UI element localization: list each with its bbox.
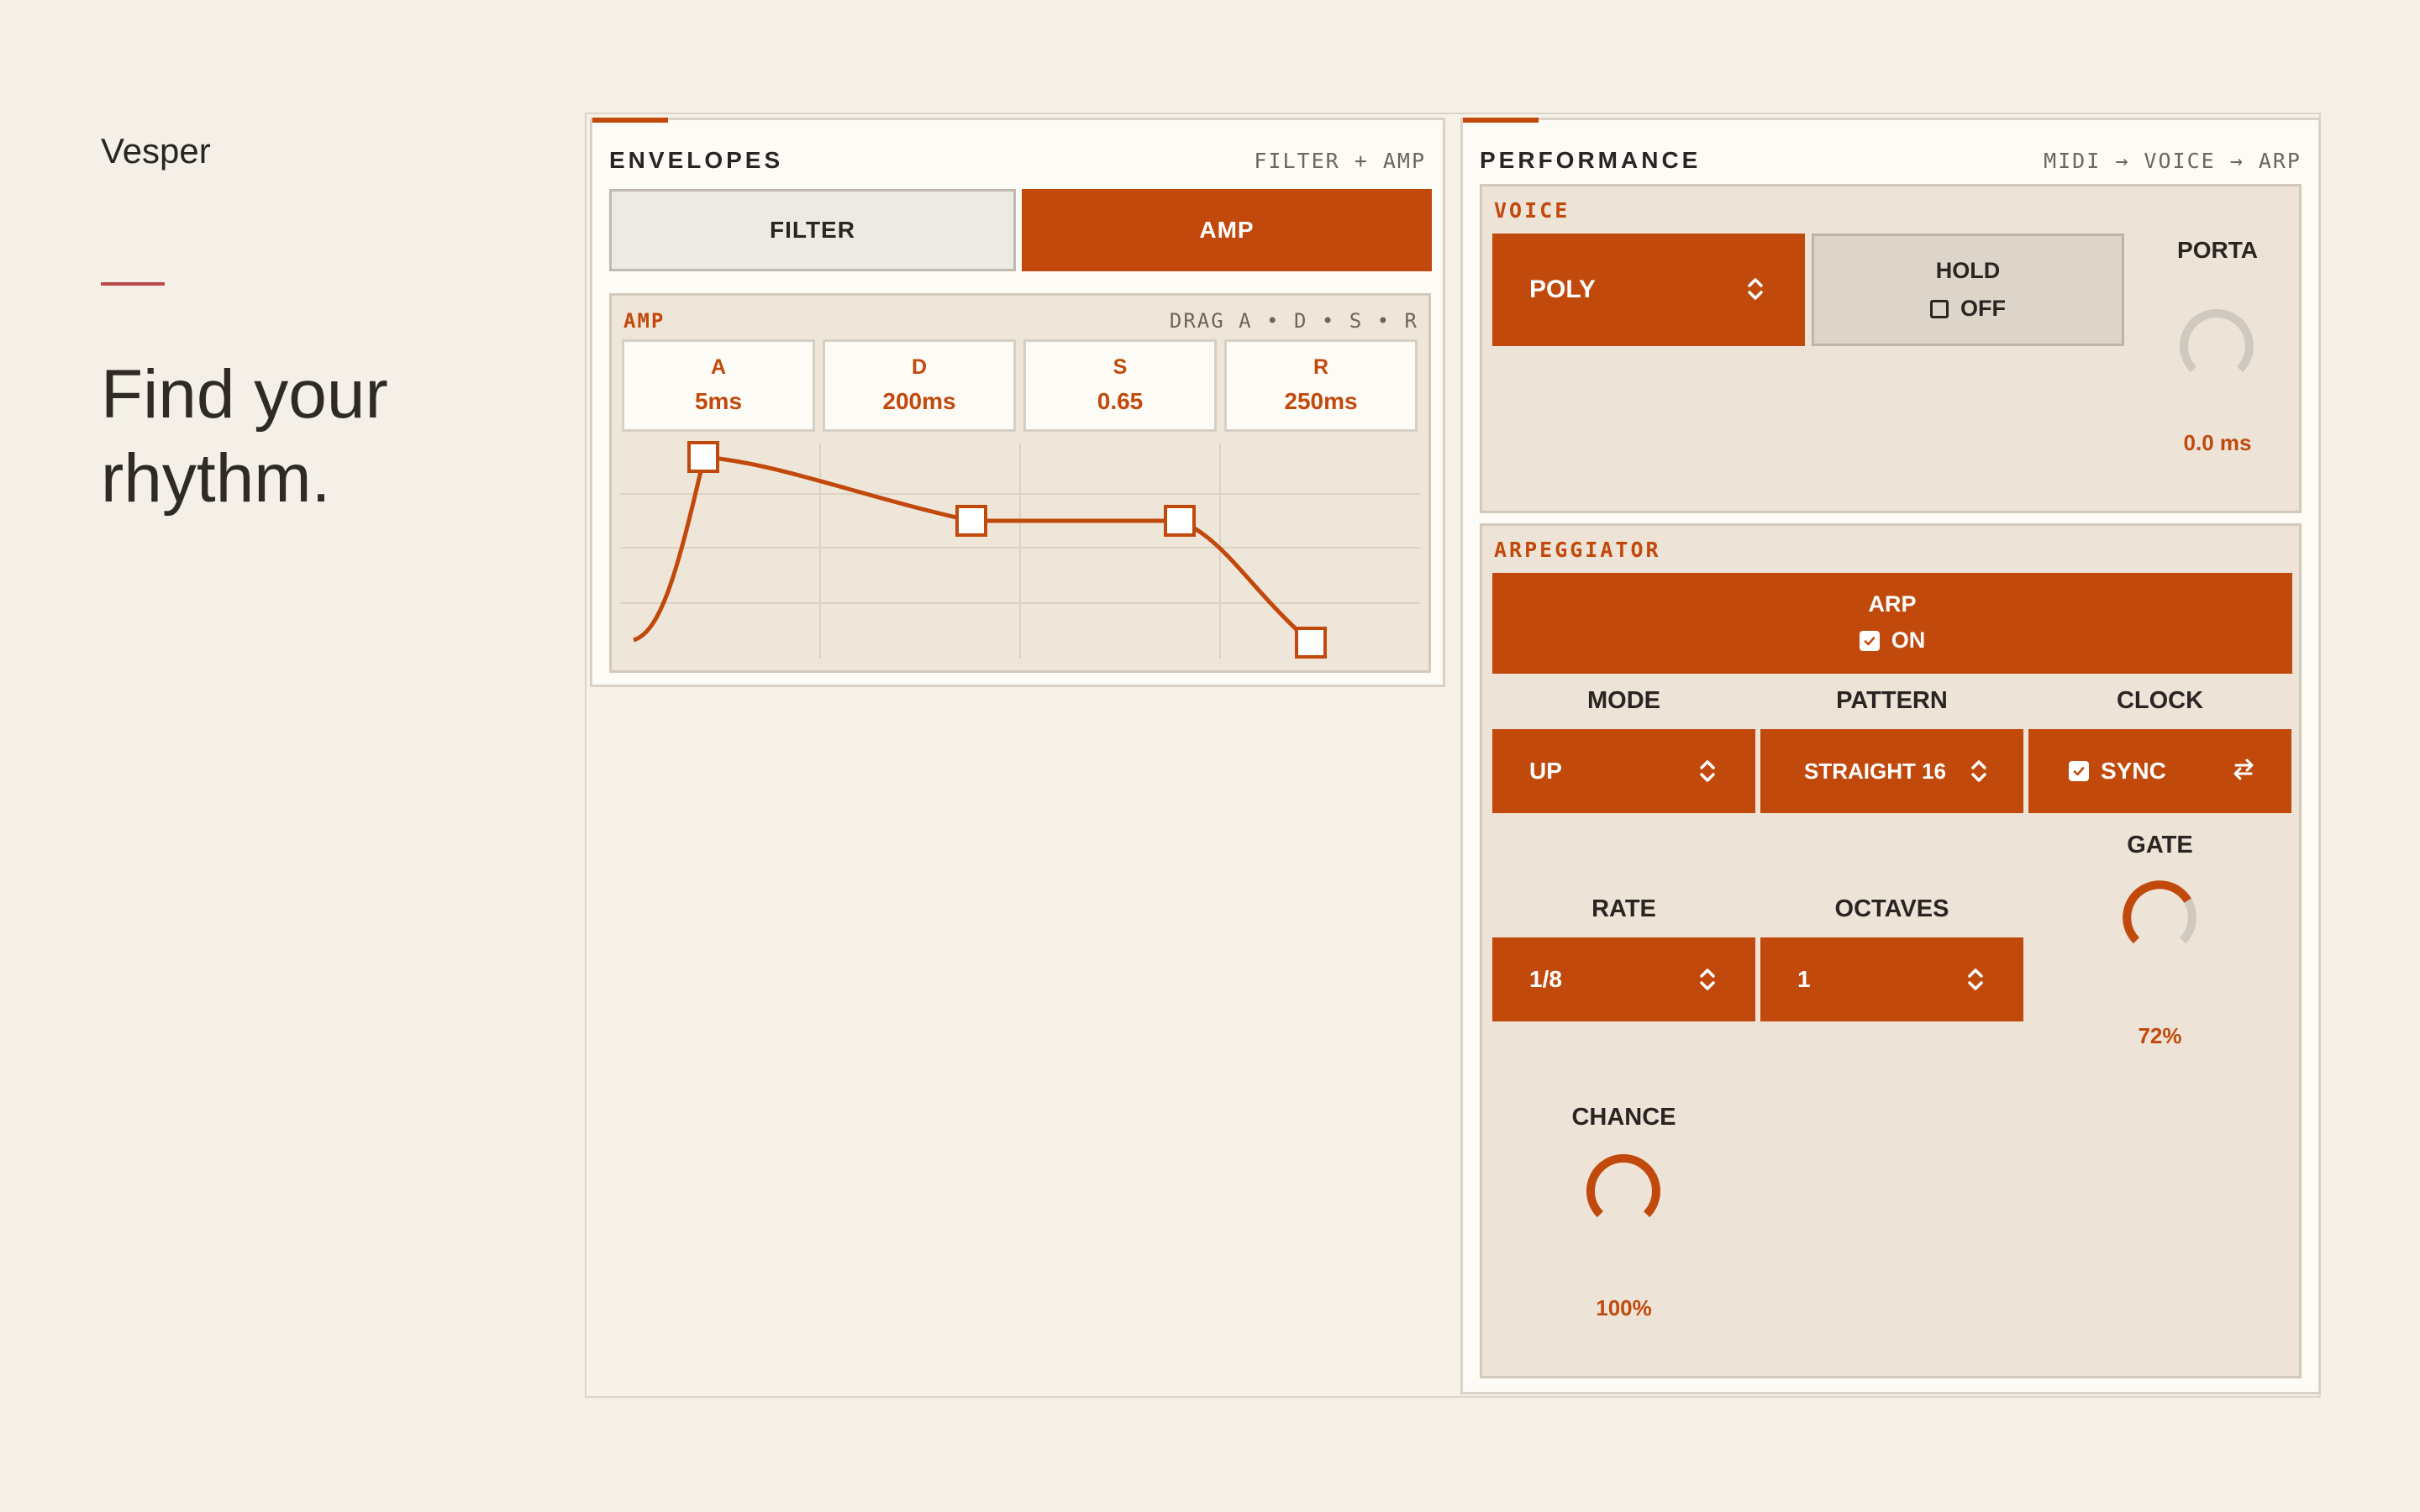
gate-label: GATE: [2127, 832, 2193, 858]
rate-label: RATE: [1591, 895, 1656, 922]
arpeggiator-section: ARPEGGIATOR ARP ON MODE PATTERN CLOCK UP…: [1480, 523, 2302, 1378]
mode-select[interactable]: UP: [1492, 729, 1755, 813]
envelopes-meta: FILTER + AMP: [1254, 149, 1426, 173]
clock-label: CLOCK: [2116, 687, 2204, 714]
pattern-select[interactable]: STRAIGHT 16: [1760, 729, 2023, 813]
adsr-grid: [620, 444, 1420, 659]
mode-value: UP: [1529, 758, 1562, 784]
clock-select[interactable]: SYNC: [2028, 729, 2291, 813]
chance-level-arc: [1586, 1154, 1660, 1218]
sustain-param[interactable]: S 0.65: [1023, 339, 1217, 432]
arp-state: ON: [1891, 627, 1926, 653]
pattern-value: STRAIGHT 16: [1803, 758, 1947, 784]
tab-amp[interactable]: AMP: [1022, 189, 1432, 271]
chevron-updown-icon: [1700, 760, 1715, 782]
attack-param[interactable]: A 5ms: [622, 339, 815, 432]
release-key: R: [1313, 355, 1329, 379]
voice-mode-value: POLY: [1529, 276, 1596, 303]
headline-line-2: rhythm.: [101, 440, 331, 517]
brand-name: Vesper: [101, 131, 211, 171]
adsr-drag-hint: DRAG A • D • S • R: [1169, 309, 1418, 333]
porta-label: PORTA: [2177, 237, 2258, 263]
performance-panel: PERFORMANCE MIDI → VOICE → ARP VOICE POL…: [1460, 118, 2321, 1394]
mode-label: MODE: [1587, 687, 1660, 714]
hold-state: OFF: [1960, 296, 2006, 321]
adsr-editor[interactable]: AMP DRAG A • D • S • R A 5ms D 200ms S 0…: [609, 293, 1431, 673]
release-param[interactable]: R 250ms: [1224, 339, 1418, 432]
pattern-label: PATTERN: [1836, 687, 1948, 714]
rate-value: 1/8: [1529, 966, 1562, 992]
gate-knob[interactable]: [2107, 865, 2212, 969]
decay-param[interactable]: D 200ms: [823, 339, 1016, 432]
porta-value: 0.0 ms: [2183, 430, 2252, 455]
chance-knob[interactable]: [1571, 1139, 1676, 1243]
release-handle[interactable]: [1295, 627, 1327, 659]
release-value: 250ms: [1284, 388, 1358, 414]
chance-label: CHANCE: [1571, 1104, 1676, 1131]
adsr-label: AMP: [623, 309, 666, 333]
gate-value: 72%: [2138, 1023, 2182, 1048]
attack-key: A: [710, 355, 727, 379]
octaves-value: 1: [1797, 966, 1811, 992]
envelopes-panel: ENVELOPES FILTER + AMP FILTER AMP AMP DR…: [590, 118, 1445, 687]
voice-mode-select[interactable]: POLY: [1492, 234, 1805, 346]
panel-accent: [1463, 118, 1539, 123]
arp-toggle[interactable]: ARP ON: [1492, 573, 2292, 674]
decay-key: D: [911, 355, 928, 379]
hold-toggle[interactable]: HOLD OFF: [1812, 234, 2124, 346]
sustain-value: 0.65: [1097, 388, 1144, 414]
attack-value: 5ms: [694, 388, 743, 414]
tab-filter[interactable]: FILTER: [609, 189, 1016, 271]
chevron-updown-icon: [1700, 969, 1715, 990]
decay-value: 200ms: [882, 388, 956, 414]
performance-meta: MIDI → VOICE → ARP: [2044, 149, 2302, 173]
attack-handle[interactable]: [687, 441, 719, 473]
hold-label: HOLD: [1935, 258, 2001, 283]
clock-value: SYNC: [2101, 758, 2166, 784]
headline-line-1: Find your: [101, 356, 388, 433]
porta-knob[interactable]: [2165, 294, 2269, 398]
clock-sync-row: SYNC: [2069, 758, 2166, 785]
arpeggiator-label: ARPEGGIATOR: [1494, 538, 1661, 562]
chance-value: 100%: [1596, 1295, 1652, 1320]
page-headline: Find your rhythm.: [101, 353, 388, 521]
voice-label: VOICE: [1494, 198, 1570, 223]
panel-accent: [592, 118, 668, 123]
octaves-select[interactable]: 1: [1760, 937, 2023, 1021]
octaves-label: OCTAVES: [1834, 895, 1949, 922]
arp-state-row: ON: [1492, 627, 2292, 654]
adsr-curve: [633, 454, 1313, 644]
envelopes-title: ENVELOPES: [609, 147, 784, 173]
checkbox-checked-icon: [1859, 630, 1880, 651]
performance-title: PERFORMANCE: [1480, 147, 1702, 173]
rate-select[interactable]: 1/8: [1492, 937, 1755, 1021]
gate-level-arc: [2123, 880, 2191, 944]
checkbox-checked-icon: [2069, 761, 2089, 781]
chevron-updown-icon: [1748, 278, 1763, 300]
sustain-handle[interactable]: [1164, 505, 1196, 537]
arp-label: ARP: [1868, 591, 1917, 617]
swap-arrows-icon: [2233, 759, 2254, 780]
sustain-key: S: [1113, 355, 1128, 379]
hold-state-row: OFF: [1814, 296, 2122, 322]
voice-section: VOICE POLY HOLD OFF PORTA 0.0 ms: [1480, 184, 2302, 513]
chevron-updown-icon: [1968, 969, 1983, 990]
decay-handle[interactable]: [955, 505, 987, 537]
brand-rule: [101, 282, 165, 286]
chevron-updown-icon: [1971, 760, 1986, 782]
checkbox-empty-icon: [1930, 299, 1949, 318]
